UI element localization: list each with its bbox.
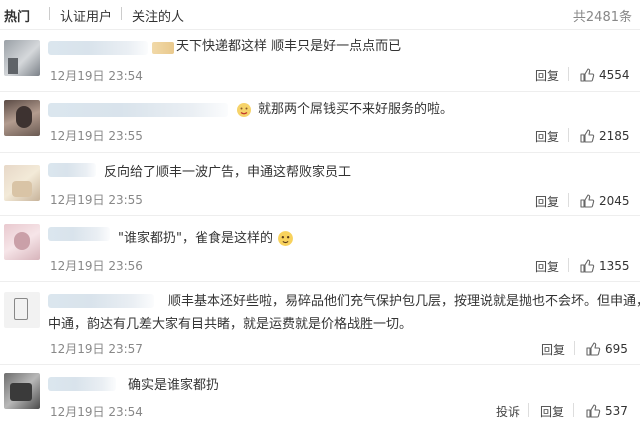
action-divider (528, 403, 529, 417)
like-count: 4554 (599, 68, 630, 82)
reply-button[interactable]: 回复 (535, 258, 559, 275)
comment-time: 12月19日 23:57 (50, 342, 143, 356)
tab-hot[interactable]: 热门 (4, 6, 30, 25)
like-count: 2045 (599, 194, 630, 208)
reply-button[interactable]: 回复 (535, 128, 559, 145)
tab-verified-users[interactable]: 认证用户 (60, 6, 112, 25)
thumbs-up-icon (580, 259, 595, 273)
username-blurred[interactable] (48, 227, 110, 241)
action-divider (568, 193, 569, 207)
comment-item: 天下快递都这样 顺丰只是好一点点而已 12月19日 23:54 回复 4554 (0, 30, 640, 90)
reply-button[interactable]: 回复 (540, 403, 564, 420)
comment-time: 12月19日 23:55 (50, 193, 143, 207)
comment-text-body: "谁家都扔"，雀食是这样的 (118, 231, 273, 246)
like-count: 695 (605, 342, 628, 356)
action-divider (568, 128, 569, 142)
thumbs-up-icon (580, 129, 595, 143)
thumbs-up-icon (586, 404, 601, 418)
thumbs-up-icon (580, 194, 595, 208)
comment-item: "谁家都扔"，雀食是这样的 12月19日 23:56 回复 1355 (0, 216, 640, 280)
like-count: 1355 (599, 259, 630, 273)
reply-button[interactable]: 回复 (541, 341, 565, 358)
smiley-emoji-icon (237, 103, 251, 117)
tab-following[interactable]: 关注的人 (132, 6, 184, 25)
comment-text: 就那两个屌钱买不来好服务的啦。 (258, 102, 454, 117)
like-count: 2185 (599, 129, 630, 143)
comment-item: 就那两个屌钱买不来好服务的啦。 12月19日 23:55 回复 2185 (0, 92, 640, 152)
comment-time: 12月19日 23:56 (50, 259, 143, 273)
action-divider (568, 67, 569, 81)
comment-item: 反向给了顺丰一波广告，申通这帮败家员工 12月19日 23:55 回复 2045 (0, 153, 640, 213)
avatar[interactable] (4, 373, 40, 409)
smiley-emoji-icon (278, 231, 294, 246)
comment-time: 12月19日 23:54 (50, 405, 143, 419)
username-blurred[interactable] (48, 294, 154, 308)
avatar[interactable] (4, 292, 40, 328)
reply-button[interactable]: 回复 (535, 67, 559, 84)
avatar[interactable] (4, 224, 40, 260)
avatar[interactable] (4, 40, 40, 76)
comment-time: 12月19日 23:55 (50, 129, 143, 143)
action-divider (573, 403, 574, 417)
comment-text: 天下快递都这样 顺丰只是好一点点而已 (176, 39, 402, 54)
username-blurred[interactable] (48, 103, 228, 117)
comment-text-line: 顺丰基本还好些啦，易碎品他们充气保护包几层，按理说就是抛也不会坏。但申通， (168, 294, 640, 309)
comment-text: "谁家都扔"，雀食是这样的 (118, 228, 294, 250)
comment-time: 12月19日 23:54 (50, 69, 143, 83)
reply-button[interactable]: 回复 (535, 193, 559, 210)
thumbs-up-icon (580, 68, 595, 82)
comment-text: 反向给了顺丰一波广告，申通这帮败家员工 (104, 165, 352, 180)
avatar[interactable] (4, 165, 40, 201)
badge-icon (152, 42, 174, 54)
comment-text: 确实是谁家都扔 (128, 378, 220, 393)
username-blurred[interactable] (48, 41, 148, 55)
username-blurred[interactable] (48, 163, 96, 177)
avatar[interactable] (4, 100, 40, 136)
tab-divider (121, 7, 122, 20)
comment-total-count: 共2481条 (572, 10, 632, 25)
tab-divider (49, 7, 50, 20)
comment-item: 确实是谁家都扔 12月19日 23:54 投诉 回复 537 (0, 365, 640, 430)
like-count: 537 (605, 404, 628, 418)
comment-text-line: 中通，韵达有几差大家有目共睹，就是运费就是价格战胜一切。 (48, 317, 413, 332)
report-button[interactable]: 投诉 (496, 403, 520, 420)
action-divider (574, 341, 575, 355)
username-blurred[interactable] (48, 377, 116, 391)
comment-tab-bar: 热门 认证用户 关注的人 共2481条 (0, 0, 640, 30)
action-divider (568, 258, 569, 272)
thumbs-up-icon (586, 342, 601, 356)
comment-item: 顺丰基本还好些啦，易碎品他们充气保护包几层，按理说就是抛也不会坏。但申通， 中通… (0, 282, 640, 362)
